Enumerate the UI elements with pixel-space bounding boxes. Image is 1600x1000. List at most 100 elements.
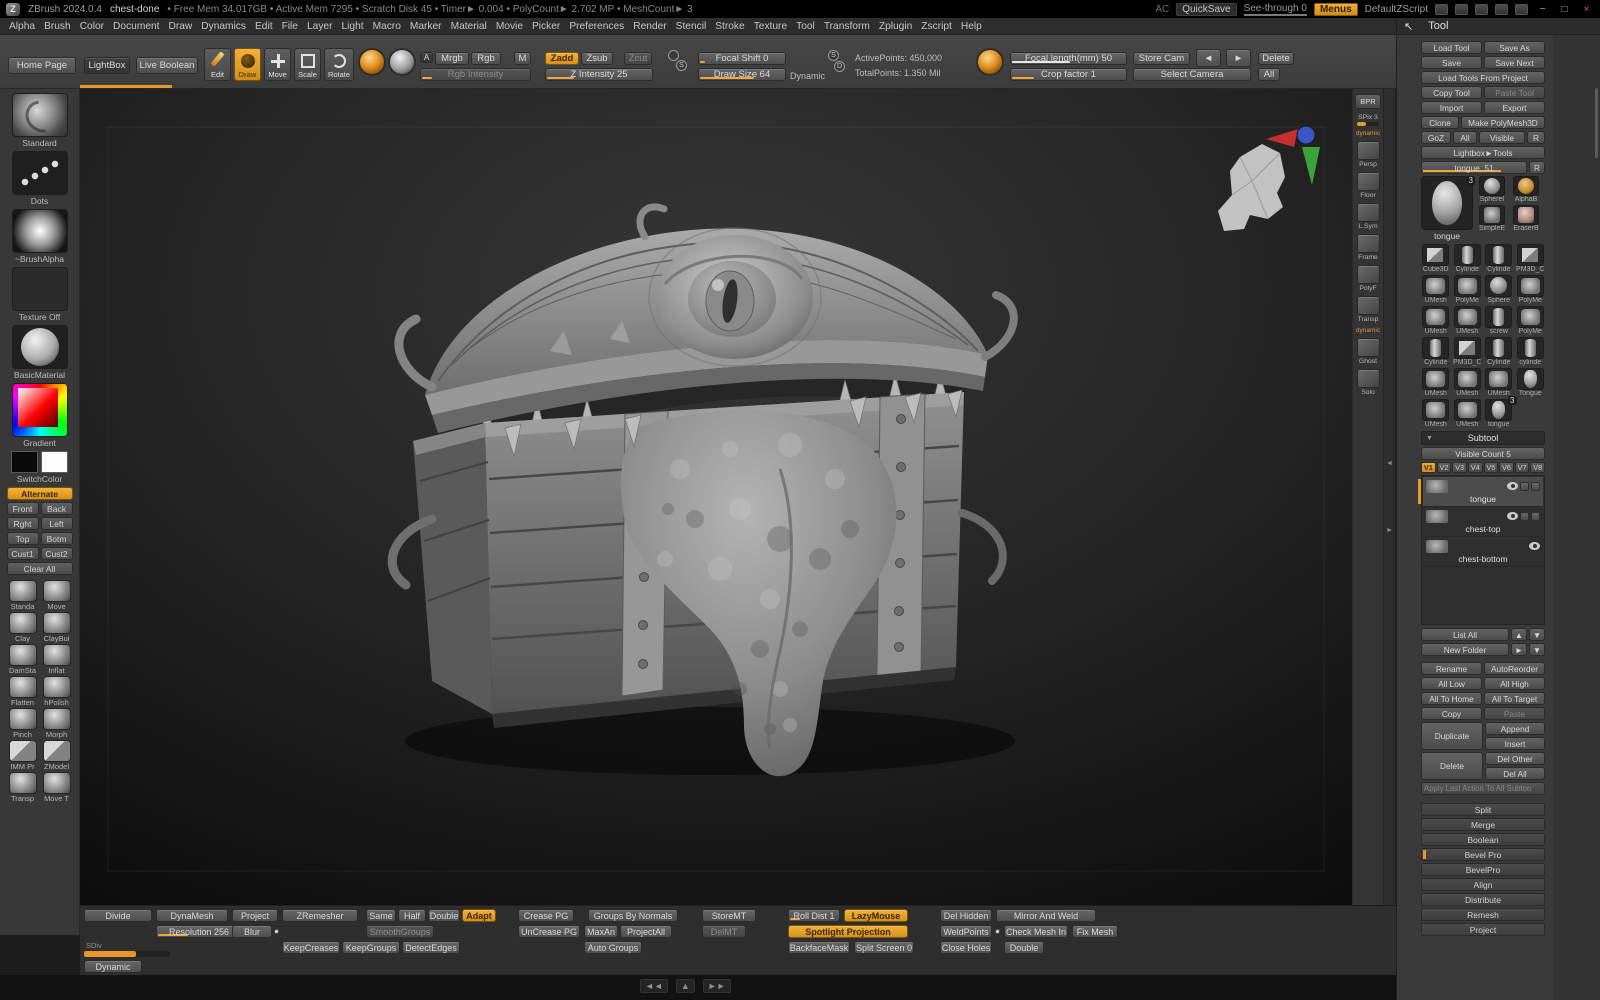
perspective-toggle[interactable]: Persp xyxy=(1357,141,1380,168)
scale-button[interactable]: Scale xyxy=(294,48,321,81)
visibility-eye-icon[interactable] xyxy=(1507,512,1518,520)
seethrough-slider[interactable]: See-through 0 xyxy=(1244,3,1307,16)
tool-grid-item[interactable]: UMesh xyxy=(1453,368,1483,397)
tool-grid-item[interactable]: UMesh xyxy=(1453,399,1483,428)
back-button[interactable]: Back xyxy=(41,502,73,515)
tool-grid-item[interactable]: PM3D_C xyxy=(1516,244,1546,273)
axis-z-marker[interactable] xyxy=(1297,126,1315,144)
adapt-button[interactable]: Adapt xyxy=(462,909,496,922)
panel-back-icon[interactable]: ↖ xyxy=(1404,20,1413,33)
menus-button[interactable]: Menus xyxy=(1314,3,1358,16)
crease-pg-button[interactable]: Crease PG xyxy=(518,909,574,922)
all-cams-button[interactable]: All xyxy=(1258,68,1280,81)
next-cam-button[interactable]: ► xyxy=(1226,49,1251,67)
zsub-button[interactable]: Zsub xyxy=(581,52,613,65)
switch-color[interactable]: SwitchColor xyxy=(6,451,74,484)
subtool-down-icon[interactable]: ▼ xyxy=(1529,628,1545,641)
menu-marker[interactable]: Marker xyxy=(410,21,442,32)
close-button[interactable]: × xyxy=(1579,3,1594,16)
maximize-button[interactable]: □ xyxy=(1557,3,1572,16)
mrgb-button[interactable]: Mrgb xyxy=(435,52,469,65)
menu-zscript[interactable]: Zscript xyxy=(921,21,952,32)
clear-all-button[interactable]: Clear All xyxy=(7,562,73,575)
menu-draw[interactable]: Draw xyxy=(168,21,192,32)
tab-v8[interactable]: V8 xyxy=(1530,462,1545,473)
quick-tool-alphabrush[interactable]: AlphaB xyxy=(1510,176,1542,203)
menu-edit[interactable]: Edit xyxy=(255,21,273,32)
quicksave-button[interactable]: QuickSave xyxy=(1176,3,1236,16)
smoothgroups-button[interactable]: SmoothGroups xyxy=(366,925,434,938)
dock-expand-icon[interactable]: ▲ xyxy=(676,979,695,993)
project-section[interactable]: Project xyxy=(1421,923,1545,936)
append-button[interactable]: Append xyxy=(1485,722,1545,735)
folder-action-icon[interactable]: ► xyxy=(1511,643,1527,656)
draw-size-slider[interactable]: Draw Size 64 xyxy=(698,68,786,81)
layout-icon-3[interactable] xyxy=(1475,4,1488,15)
subtool-row-chest-top[interactable]: chest-top xyxy=(1423,507,1543,537)
rgb-intensity-slider[interactable]: Rgb Intensity xyxy=(420,68,531,81)
current-stroke-sphere[interactable] xyxy=(390,50,414,74)
panel-divider[interactable]: ◄ ► xyxy=(1383,89,1396,905)
close-holes-button[interactable]: Close Holes xyxy=(940,941,992,954)
brush-slot-zmodeler[interactable]: ZModel xyxy=(41,741,73,771)
minimize-button[interactable]: − xyxy=(1535,3,1550,16)
current-material-sphere[interactable] xyxy=(360,50,384,74)
focal-shift-slider[interactable]: Focal Shift 0 xyxy=(698,52,786,65)
all-low-button[interactable]: All Low xyxy=(1421,677,1482,690)
home-page-button[interactable]: Home Page xyxy=(8,57,76,74)
fix-mesh-button[interactable]: Fix Mesh xyxy=(1072,925,1118,938)
panel-scrollbar[interactable] xyxy=(1595,88,1598,158)
zscript-selector[interactable]: DefaultZScript xyxy=(1365,4,1428,15)
delete-cam-button[interactable]: Delete xyxy=(1258,52,1294,65)
tool-grid-item[interactable]: UMesh xyxy=(1421,368,1451,397)
polypaint-icon[interactable] xyxy=(1520,512,1529,521)
copy-subtool-button[interactable]: Copy xyxy=(1421,707,1482,720)
current-material-slot[interactable]: BasicMaterial xyxy=(6,325,74,380)
active-tool-slot[interactable]: 3 tongue xyxy=(1421,176,1473,241)
menu-stencil[interactable]: Stencil xyxy=(676,21,707,32)
all-to-target-button[interactable]: All To Target xyxy=(1484,692,1545,705)
rename-button[interactable]: Rename xyxy=(1421,662,1482,675)
move-button[interactable]: Move xyxy=(264,48,291,81)
menu-transform[interactable]: Transform xyxy=(824,21,870,32)
export-button[interactable]: Export xyxy=(1484,101,1545,114)
tab-v3[interactable]: V3 xyxy=(1452,462,1467,473)
distribute-section[interactable]: Distribute xyxy=(1421,893,1545,906)
m-button[interactable]: M xyxy=(514,52,531,65)
subtool-row-tongue[interactable]: tongue xyxy=(1423,477,1543,507)
save-next-button[interactable]: Save Next xyxy=(1484,56,1545,69)
merge-section[interactable]: Merge xyxy=(1421,818,1545,831)
color-gradient-picker[interactable] xyxy=(12,383,68,437)
folder-collapse-icon[interactable]: ▼ xyxy=(1529,643,1545,656)
current-alpha-slot[interactable]: ~BrushAlpha xyxy=(6,209,74,264)
prev-cam-button[interactable]: ◄ xyxy=(1196,49,1221,67)
import-button[interactable]: Import xyxy=(1421,101,1482,114)
frame-button[interactable]: Frame xyxy=(1357,234,1380,261)
brush-slot-hpolish[interactable]: hPolish xyxy=(41,677,73,707)
brush-slot-pinch[interactable]: Pinch xyxy=(7,709,39,739)
copy-tool-button[interactable]: Copy Tool xyxy=(1421,86,1482,99)
brush-slot-imm[interactable]: IMM Pr xyxy=(7,741,39,771)
layout-icon-1[interactable] xyxy=(1435,4,1448,15)
lightbox-tools-button[interactable]: Lightbox►Tools xyxy=(1421,146,1545,159)
list-all-button[interactable]: List All xyxy=(1421,628,1509,641)
zadd-button[interactable]: Zadd xyxy=(545,52,579,65)
zcut-button[interactable]: Zcut xyxy=(624,52,652,65)
tool-grid-item[interactable]: Cylinde xyxy=(1484,337,1514,366)
floor-toggle[interactable]: Floor xyxy=(1357,172,1380,199)
camera-icon[interactable] xyxy=(978,50,1002,74)
goz-button[interactable]: GoZ xyxy=(1421,131,1451,144)
double-sided-button[interactable]: Double xyxy=(1004,941,1044,954)
brush-slot-claybuildup[interactable]: ClayBui xyxy=(41,613,73,643)
right-button[interactable]: Rght xyxy=(7,517,39,530)
brush-slot-morph[interactable]: Morph xyxy=(41,709,73,739)
polyframe-toggle[interactable]: PolyF xyxy=(1357,265,1380,292)
tool-grid-item[interactable]: UMesh xyxy=(1484,368,1514,397)
color-picker[interactable]: Gradient xyxy=(6,383,74,448)
current-stroke-slot[interactable]: Dots xyxy=(6,151,74,206)
align-section[interactable]: Align xyxy=(1421,878,1545,891)
load-tools-from-project-button[interactable]: Load Tools From Project xyxy=(1421,71,1545,84)
tool-grid-item[interactable]: UMesh xyxy=(1421,306,1451,335)
save-as-button[interactable]: Save As xyxy=(1484,41,1545,54)
zremesher-button[interactable]: ZRemesher xyxy=(282,909,358,922)
